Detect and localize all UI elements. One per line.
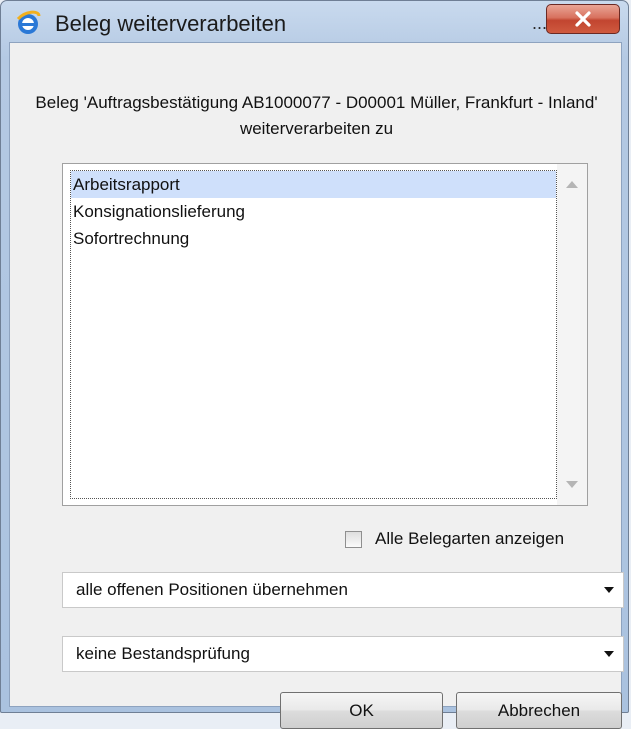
- scroll-down-arrow-icon[interactable]: [566, 481, 578, 488]
- positions-select[interactable]: alle offenen Positionen übernehmen: [62, 572, 624, 608]
- positions-select-value: alle offenen Positionen übernehmen: [76, 580, 348, 599]
- list-items: Arbeitsrapport Konsignationslieferung So…: [71, 171, 556, 252]
- close-icon: [575, 11, 591, 27]
- show-all-types-option[interactable]: Alle Belegarten anzeigen: [345, 527, 564, 551]
- title-bar[interactable]: Beleg weiterverarbeiten ...: [1, 1, 628, 41]
- chevron-down-icon: [604, 651, 614, 657]
- list-item[interactable]: Arbeitsrapport: [71, 171, 556, 198]
- show-all-types-checkbox[interactable]: [345, 530, 362, 548]
- ok-button[interactable]: OK: [280, 692, 443, 729]
- title-ellipsis: ...: [532, 13, 548, 33]
- list-item[interactable]: Sofortrechnung: [71, 225, 556, 252]
- chevron-down-icon: [604, 587, 614, 593]
- internet-explorer-icon: [15, 10, 41, 36]
- close-button[interactable]: [546, 4, 620, 34]
- list-scrollbar[interactable]: [557, 164, 587, 505]
- dialog-window: Beleg weiterverarbeiten ... Beleg 'Auftr…: [0, 0, 629, 729]
- dialog-message: Beleg 'Auftragsbestätigung AB1000077 - D…: [35, 93, 598, 138]
- cancel-button[interactable]: Abbrechen: [456, 692, 622, 729]
- list-item[interactable]: Konsignationslieferung: [71, 198, 556, 225]
- show-all-types-label: Alle Belegarten anzeigen: [375, 529, 565, 548]
- stock-check-select-value: keine Bestandsprüfung: [76, 644, 250, 663]
- document-type-list[interactable]: Arbeitsrapport Konsignationslieferung So…: [62, 163, 588, 506]
- scroll-up-arrow-icon[interactable]: [566, 181, 578, 188]
- dialog-content: Beleg 'Auftragsbestätigung AB1000077 - D…: [9, 42, 624, 729]
- window-title: Beleg weiterverarbeiten: [55, 11, 287, 36]
- stock-check-select[interactable]: keine Bestandsprüfung: [62, 636, 624, 672]
